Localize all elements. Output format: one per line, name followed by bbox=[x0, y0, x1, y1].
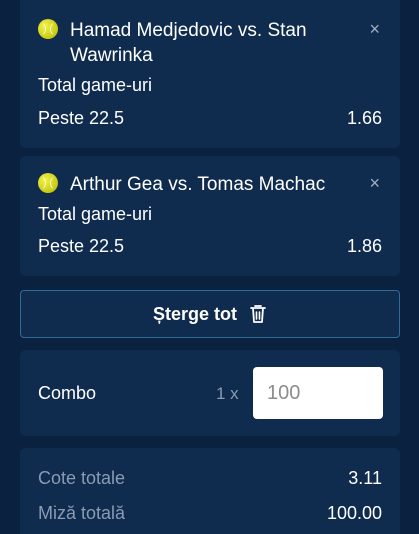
selection-row: Peste 22.5 1.86 bbox=[38, 236, 382, 257]
market-name: Total game-uri bbox=[38, 204, 153, 224]
close-icon[interactable]: × bbox=[369, 174, 380, 192]
total-odds-row: Cote totale 3.11 bbox=[38, 468, 382, 489]
total-stake-value: 100.00 bbox=[326, 503, 382, 523]
betslip-panel: Hamad Medjedovic vs. Stan Wawrinka × Tot… bbox=[0, 0, 419, 534]
combo-label: Combo bbox=[38, 383, 97, 403]
tennis-ball-icon bbox=[38, 173, 58, 193]
bet-match-header: Hamad Medjedovic vs. Stan Wawrinka bbox=[38, 18, 350, 68]
match-name: Hamad Medjedovic vs. Stan Wawrinka bbox=[70, 20, 307, 66]
odds-value: 1.66 bbox=[346, 108, 382, 128]
total-stake-label: Miză totală bbox=[38, 503, 126, 523]
bet-card: Hamad Medjedovic vs. Stan Wawrinka × Tot… bbox=[20, 0, 400, 148]
bet-match-header: Arthur Gea vs. Tomas Machac bbox=[38, 172, 350, 197]
close-icon[interactable]: × bbox=[369, 20, 380, 38]
clear-all-button[interactable]: Șterge tot bbox=[20, 290, 400, 338]
selection-label: Peste 22.5 bbox=[38, 236, 125, 256]
total-stake-row: Miză totală 100.00 bbox=[38, 503, 382, 524]
selection-label: Peste 22.5 bbox=[38, 108, 125, 128]
selection-row: Peste 22.5 1.66 bbox=[38, 108, 382, 129]
stake-input[interactable] bbox=[253, 367, 383, 419]
total-odds-value: 3.11 bbox=[348, 468, 382, 488]
tennis-ball-icon bbox=[38, 19, 58, 39]
combo-multiplier: 1 x bbox=[216, 384, 239, 403]
clear-all-label: Șterge tot bbox=[152, 303, 237, 324]
totals-card: Cote totale 3.11 Miză totală 100.00 bbox=[20, 448, 400, 534]
total-odds-label: Cote totale bbox=[38, 468, 126, 488]
odds-value: 1.86 bbox=[346, 236, 382, 256]
bet-card: Arthur Gea vs. Tomas Machac × Total game… bbox=[20, 156, 400, 276]
trash-icon bbox=[250, 305, 266, 323]
combo-stake-card: Combo 1 x bbox=[20, 350, 400, 436]
market-name: Total game-uri bbox=[38, 75, 153, 95]
match-name: Arthur Gea vs. Tomas Machac bbox=[70, 174, 326, 195]
